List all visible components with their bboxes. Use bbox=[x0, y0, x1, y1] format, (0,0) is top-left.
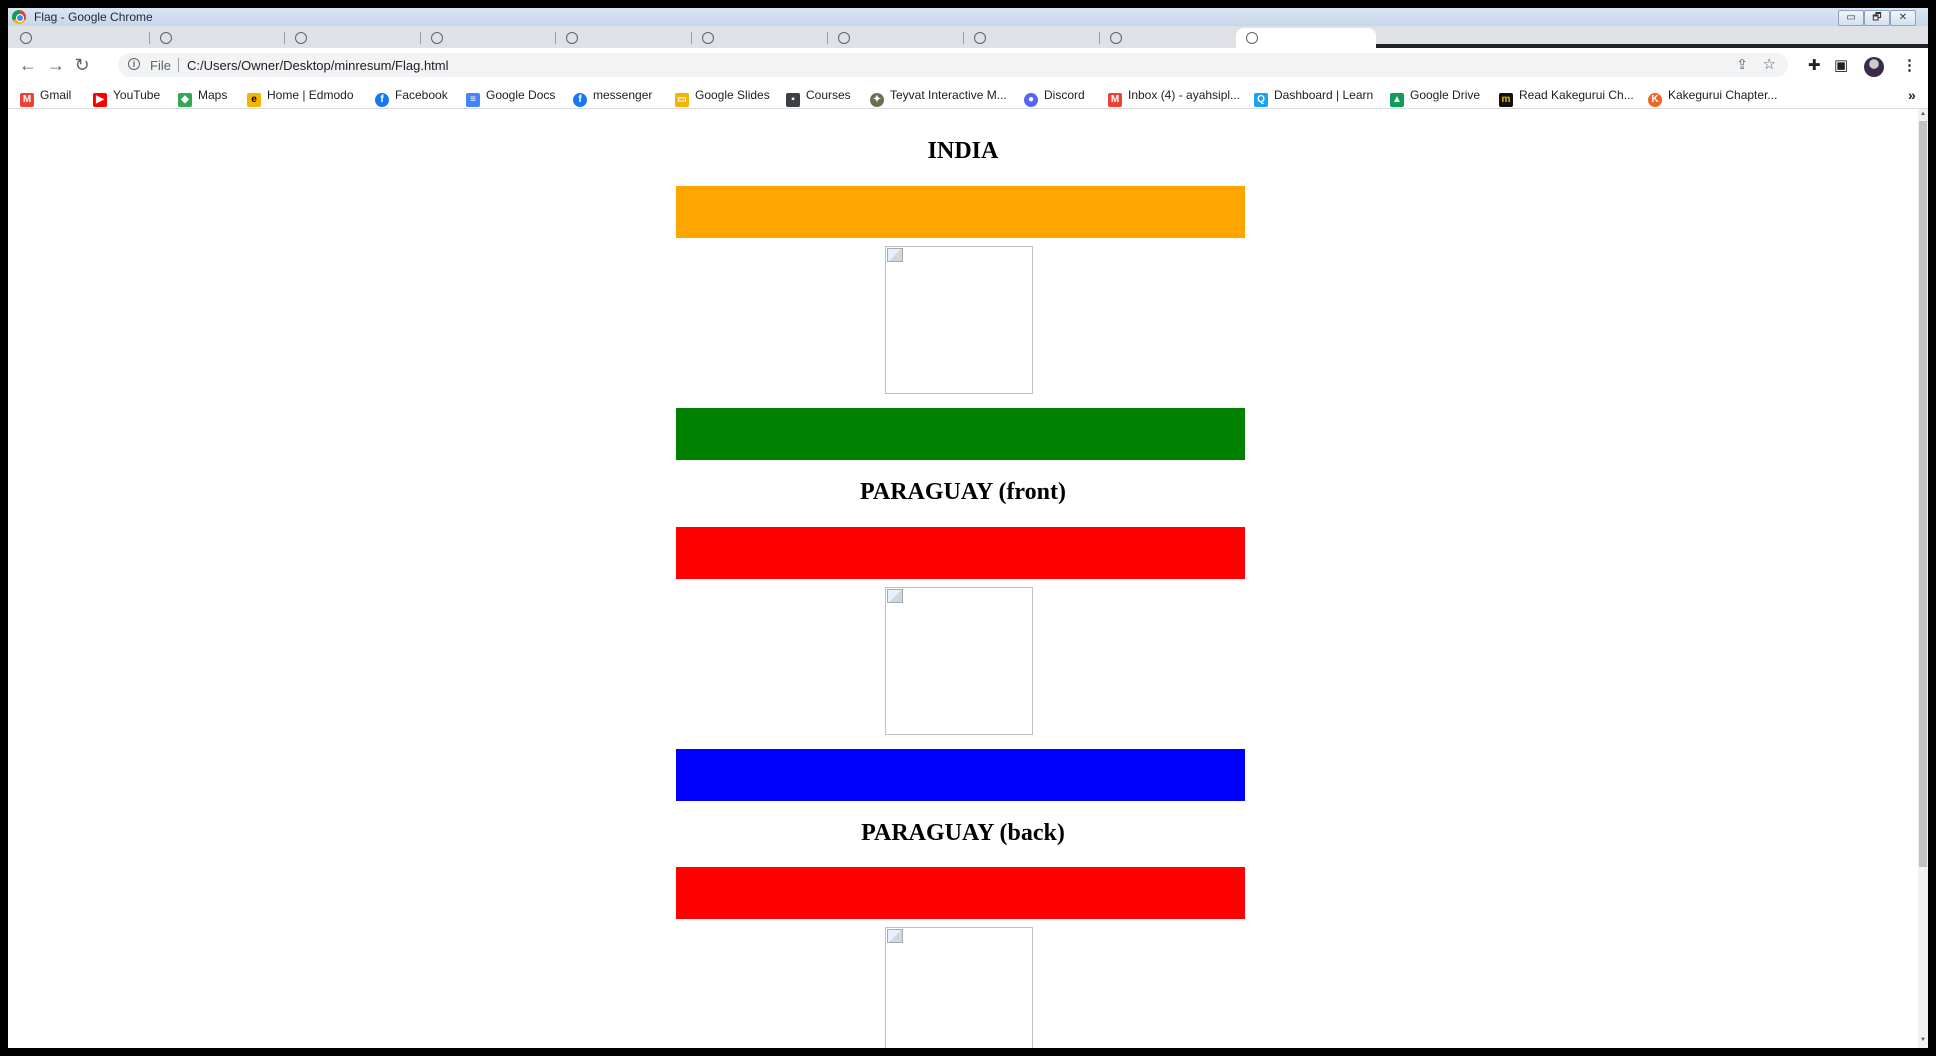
vertical-scrollbar[interactable]: ▲ ▼ bbox=[1918, 109, 1928, 1048]
tab-active[interactable] bbox=[1236, 28, 1376, 48]
courses-icon: ▪ bbox=[786, 93, 800, 107]
tab-favicon-icon bbox=[160, 32, 172, 44]
side-panel-icon[interactable]: ▣ bbox=[1834, 56, 1848, 74]
tab-favicon-icon bbox=[838, 32, 850, 44]
bookmark-teyvat[interactable]: ✦ Teyvat Interactive M... bbox=[870, 88, 1007, 107]
paraguay-back-red-stripe bbox=[676, 867, 1245, 919]
bookmark-read-kakegurui[interactable]: m Read Kakegurui Ch... bbox=[1499, 88, 1634, 107]
address-bar[interactable]: i File C:/Users/Owner/Desktop/minresum/F… bbox=[118, 53, 1788, 77]
bookmark-inbox[interactable]: M Inbox (4) - ayahsipl... bbox=[1108, 88, 1240, 107]
broken-image-icon bbox=[885, 587, 1033, 735]
bookmark-youtube[interactable]: ▶ YouTube bbox=[93, 88, 160, 107]
share-icon[interactable]: ⇪ bbox=[1736, 56, 1748, 73]
menu-kebab-icon[interactable]: ⋮ bbox=[1902, 56, 1917, 74]
docs-icon: ≡ bbox=[466, 93, 480, 107]
edmodo-icon: e bbox=[247, 93, 261, 107]
toolbar: ← → ↻ i File C:/Users/Owner/Desktop/minr… bbox=[8, 48, 1928, 82]
bookmark-edmodo[interactable]: e Home | Edmodo bbox=[247, 88, 354, 107]
india-green-stripe bbox=[676, 408, 1245, 460]
tab-strip bbox=[8, 26, 1928, 66]
slides-icon: ▭ bbox=[675, 93, 689, 107]
more-bookmarks-chevron-icon[interactable]: » bbox=[1908, 87, 1916, 103]
tab[interactable] bbox=[1100, 28, 1236, 48]
window-title: Flag - Google Chrome bbox=[34, 10, 153, 24]
paraguay-front-heading: PARAGUAY (front) bbox=[860, 479, 1066, 505]
bookmark-courses[interactable]: ▪ Courses bbox=[786, 88, 851, 107]
divider bbox=[178, 58, 179, 72]
bookmark-dashboard-learn[interactable]: Q Dashboard | Learn bbox=[1254, 88, 1373, 107]
bookmark-google-drive[interactable]: ▲ Google Drive bbox=[1390, 88, 1480, 107]
bookmark-google-slides[interactable]: ▭ Google Slides bbox=[675, 88, 770, 107]
browser-window: Flag - Google Chrome ▭ 🗗 ✕ ← → ↻ i File … bbox=[8, 8, 1928, 1048]
bookmark-gmail[interactable]: M Gmail bbox=[20, 88, 71, 107]
tab[interactable] bbox=[285, 28, 421, 48]
bookmark-discord[interactable]: ● Discord bbox=[1024, 88, 1085, 107]
tab-favicon-icon bbox=[20, 32, 32, 44]
teyvat-icon: ✦ bbox=[870, 93, 884, 107]
tab[interactable] bbox=[556, 28, 692, 48]
broken-image-icon bbox=[885, 927, 1033, 1048]
bookmarks-bar: M Gmail ▶ YouTube ◆ Maps e Home | Edmodo f Fa… bbox=[8, 82, 1928, 109]
paraguay-front-blue-stripe bbox=[676, 749, 1245, 801]
gmail-icon: M bbox=[20, 93, 34, 107]
tab-favicon-icon bbox=[974, 32, 986, 44]
bookmark-messenger[interactable]: f messenger bbox=[573, 88, 652, 107]
title-bar: Flag - Google Chrome ▭ 🗗 ✕ bbox=[8, 8, 1928, 26]
bookmark-kakegurui-chapter[interactable]: K Kakegurui Chapter... bbox=[1648, 88, 1777, 107]
chrome-logo-icon bbox=[12, 10, 26, 24]
broken-image-icon bbox=[885, 246, 1033, 394]
tab[interactable] bbox=[692, 28, 828, 48]
extensions-puzzle-icon[interactable]: ✚ bbox=[1808, 56, 1821, 74]
drive-icon: ▲ bbox=[1390, 93, 1404, 107]
gmail-icon: M bbox=[1108, 93, 1122, 107]
tab[interactable] bbox=[150, 28, 285, 48]
tab[interactable] bbox=[828, 28, 964, 48]
paraguay-back-heading: PARAGUAY (back) bbox=[861, 820, 1065, 846]
youtube-icon: ▶ bbox=[93, 93, 107, 107]
india-saffron-stripe bbox=[676, 186, 1245, 238]
learn-icon: Q bbox=[1254, 93, 1268, 107]
bookmark-maps[interactable]: ◆ Maps bbox=[178, 88, 227, 107]
site-info-icon[interactable]: i bbox=[128, 58, 140, 70]
messenger-icon: f bbox=[573, 93, 587, 107]
profile-avatar[interactable] bbox=[1864, 57, 1884, 77]
tab[interactable] bbox=[10, 28, 150, 48]
tab-favicon-icon bbox=[431, 32, 443, 44]
reload-icon[interactable]: ↻ bbox=[70, 53, 94, 77]
minimize-button[interactable]: ▭ bbox=[1838, 10, 1864, 26]
tab-favicon-icon bbox=[295, 32, 307, 44]
paraguay-front-red-stripe bbox=[676, 527, 1245, 579]
bookmark-star-icon[interactable]: ☆ bbox=[1763, 55, 1776, 73]
forward-arrow-icon[interactable]: → bbox=[44, 53, 68, 77]
scrollbar-thumb[interactable] bbox=[1919, 121, 1927, 867]
scroll-down-arrow-icon[interactable]: ▼ bbox=[1920, 1037, 1926, 1043]
tab-favicon-icon bbox=[1110, 32, 1122, 44]
url-text[interactable]: C:/Users/Owner/Desktop/minresum/Flag.htm… bbox=[187, 58, 449, 73]
close-window-button[interactable]: ✕ bbox=[1890, 10, 1916, 26]
india-heading: INDIA bbox=[927, 138, 999, 164]
tab[interactable] bbox=[964, 28, 1100, 48]
tab-favicon-icon bbox=[702, 32, 714, 44]
manga-icon: m bbox=[1499, 93, 1513, 107]
kakegurui-icon: K bbox=[1648, 93, 1662, 107]
tab[interactable] bbox=[421, 28, 556, 48]
tab-favicon-icon bbox=[1246, 32, 1258, 44]
tab-favicon-icon bbox=[566, 32, 578, 44]
restore-button[interactable]: 🗗 bbox=[1864, 10, 1890, 26]
scroll-up-arrow-icon[interactable]: ▲ bbox=[1920, 111, 1926, 117]
discord-icon: ● bbox=[1024, 93, 1038, 107]
facebook-icon: f bbox=[375, 93, 389, 107]
scheme-label: File bbox=[150, 58, 171, 73]
maps-icon: ◆ bbox=[178, 93, 192, 107]
page-content: INDIA PARAGUAY (front) PARAGUAY (back) bbox=[8, 109, 1918, 1048]
bookmark-facebook[interactable]: f Facebook bbox=[375, 88, 448, 107]
bookmark-google-docs[interactable]: ≡ Google Docs bbox=[466, 88, 555, 107]
back-arrow-icon[interactable]: ← bbox=[16, 53, 40, 77]
